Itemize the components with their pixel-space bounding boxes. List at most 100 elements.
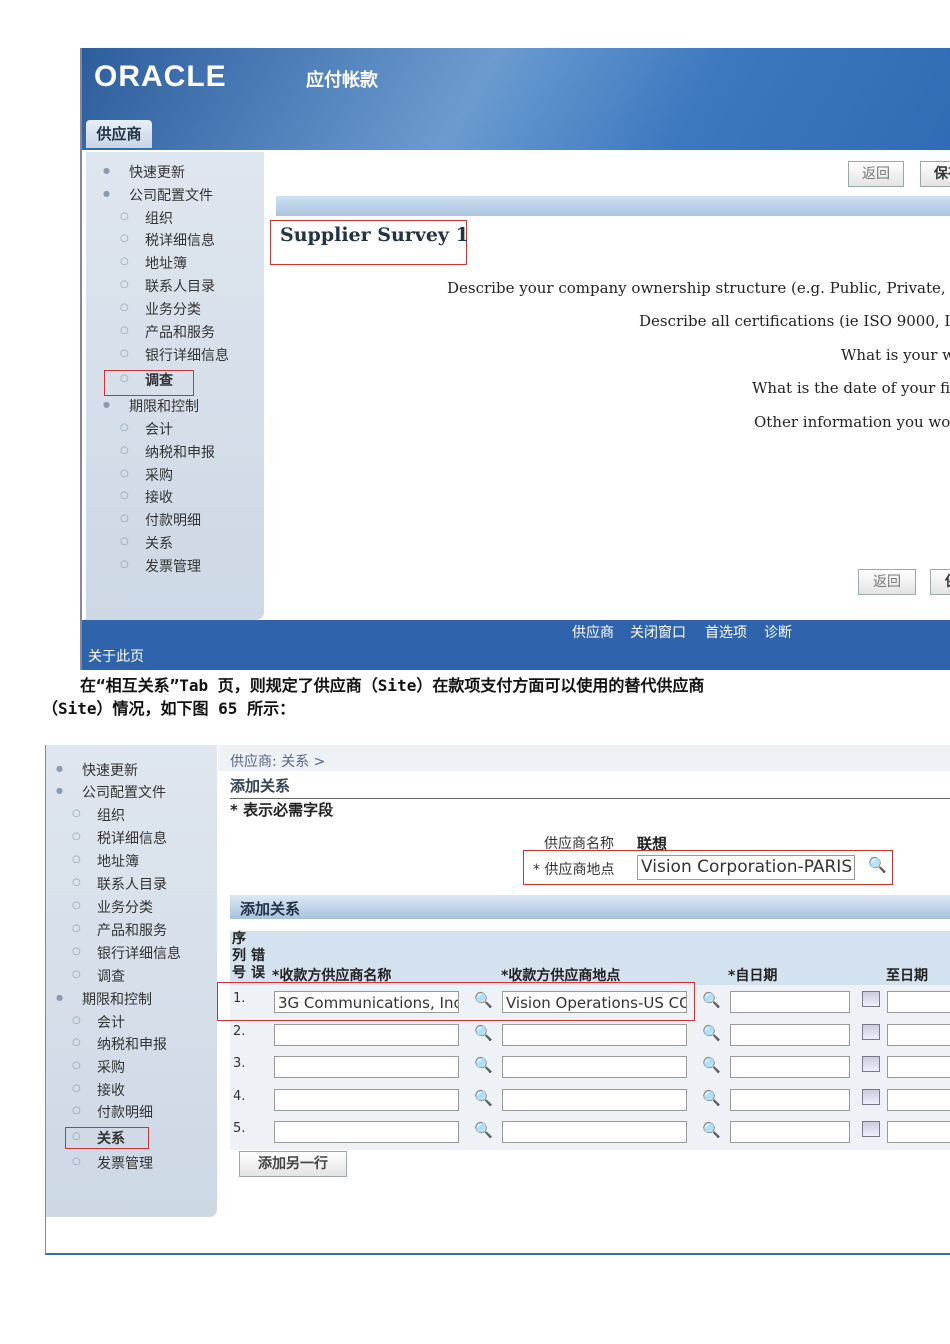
sidebar-item[interactable]: 联系人目录: [72, 874, 167, 894]
payee-site-input[interactable]: [502, 1088, 687, 1111]
search-icon[interactable]: 🔍: [474, 1089, 493, 1107]
sidebar-item[interactable]: 业务分类: [72, 897, 153, 917]
app-title: 应付帐款: [306, 70, 378, 91]
sidebar-item[interactable]: 纳税和申报: [72, 1034, 167, 1054]
save-button-bottom[interactable]: 保存: [930, 569, 950, 595]
to-date-input[interactable]: [887, 1088, 950, 1111]
section-bar: [276, 196, 950, 216]
footer-link-supplier[interactable]: 供应商: [572, 622, 614, 642]
sidebar-item[interactable]: 产品和服务: [120, 322, 215, 342]
sidebar-item[interactable]: 付款明细: [72, 1102, 153, 1122]
sidebar-item[interactable]: 联系人目录: [120, 276, 215, 296]
col-error: 错误: [251, 948, 265, 981]
search-icon[interactable]: 🔍: [702, 1056, 721, 1074]
footer-link-diagnostics[interactable]: 诊断: [764, 622, 792, 642]
calendar-icon[interactable]: [862, 991, 880, 1007]
question: Other information you woul: [754, 413, 950, 431]
search-icon[interactable]: 🔍: [474, 1056, 493, 1074]
to-date-input[interactable]: [887, 1056, 950, 1078]
footer-link-close[interactable]: 关闭窗口: [630, 622, 686, 642]
sidebar-item[interactable]: 公司配置文件: [56, 782, 166, 802]
footer: 供应商 关闭窗口 首选项 诊断 关于此页: [82, 620, 950, 670]
bottom-screenshot: 快速更新公司配置文件组织税详细信息地址簿联系人目录业务分类产品和服务银行详细信息…: [45, 745, 950, 1255]
footer-link-preferences[interactable]: 首选项: [705, 622, 747, 642]
search-icon[interactable]: 🔍: [868, 856, 887, 874]
paragraph-line: （Site）情况，如下图 65 所示：: [42, 699, 296, 718]
sidebar-item[interactable]: 期限和控制: [103, 396, 199, 416]
question: Describe your company ownership structur…: [447, 279, 950, 297]
required-note: * 表示必需字段: [230, 801, 334, 819]
breadcrumb-bar: [218, 745, 950, 771]
sidebar-item[interactable]: 组织: [120, 208, 173, 228]
search-icon[interactable]: 🔍: [702, 1024, 721, 1042]
sidebar-item[interactable]: 快速更新: [56, 760, 138, 780]
sidebar-item[interactable]: 快速更新: [103, 162, 185, 182]
search-icon[interactable]: 🔍: [474, 1121, 493, 1139]
search-icon[interactable]: 🔍: [702, 1089, 721, 1107]
row-number: 4.: [233, 1088, 246, 1104]
sidebar-item[interactable]: 税详细信息: [120, 230, 215, 250]
sidebar-item[interactable]: 会计: [72, 1012, 125, 1032]
sidebar-item[interactable]: 调查: [72, 966, 125, 986]
col-seq: 序列号: [232, 931, 246, 981]
page-title: Supplier Survey 1: [280, 224, 469, 246]
payee-name-input[interactable]: [274, 1023, 459, 1046]
row-number: 2.: [233, 1023, 246, 1039]
back-button-bottom[interactable]: 返回: [858, 569, 916, 595]
from-date-input[interactable]: [730, 991, 850, 1013]
to-date-input[interactable]: [887, 1023, 950, 1046]
add-row-button[interactable]: 添加另一行: [239, 1151, 347, 1177]
calendar-icon[interactable]: [862, 1088, 880, 1105]
row-number: 5.: [233, 1121, 246, 1136]
tab-supplier[interactable]: 供应商: [86, 120, 152, 148]
sidebar-item[interactable]: 发票管理: [120, 556, 201, 576]
supplier-site-input[interactable]: Vision Corporation-PARIS: [637, 855, 855, 880]
sidebar-item[interactable]: 纳税和申报: [120, 442, 215, 462]
sidebar-item[interactable]: 发票管理: [72, 1153, 153, 1173]
sidebar-item[interactable]: 接收: [72, 1080, 125, 1100]
sidebar-item[interactable]: 组织: [72, 805, 125, 825]
sidebar-item[interactable]: 采购: [72, 1057, 125, 1077]
sidebar-item[interactable]: 公司配置文件: [103, 185, 213, 205]
sidebar-item[interactable]: 地址簿: [120, 253, 187, 273]
from-date-input[interactable]: [730, 1023, 850, 1046]
payee-name-input[interactable]: [274, 1088, 459, 1111]
payee-site-input[interactable]: [502, 1056, 687, 1078]
from-date-input[interactable]: [730, 1121, 850, 1143]
sidebar-item[interactable]: 接收: [120, 487, 173, 507]
to-date-input[interactable]: [887, 991, 950, 1013]
from-date-input[interactable]: [730, 1088, 850, 1111]
search-icon[interactable]: 🔍: [702, 1121, 721, 1139]
sidebar-item[interactable]: 地址簿: [72, 851, 139, 871]
top-screenshot: ORACLE 应付帐款 供应商 快速更新公司配置文件组织税详细信息地址簿联系人目…: [80, 48, 950, 670]
payee-site-input[interactable]: [502, 1121, 687, 1143]
sidebar-item[interactable]: 税详细信息: [72, 828, 167, 848]
calendar-icon[interactable]: [862, 1023, 880, 1040]
from-date-input[interactable]: [730, 1056, 850, 1078]
back-button[interactable]: 返回: [848, 161, 904, 187]
sidebar-item[interactable]: 会计: [120, 419, 173, 439]
sidebar-item[interactable]: 关系: [120, 533, 173, 553]
to-date-input[interactable]: [887, 1121, 950, 1143]
sidebar-item[interactable]: 产品和服务: [72, 920, 167, 940]
sidebar-item[interactable]: 采购: [120, 465, 173, 485]
sidebar-item[interactable]: 银行详细信息: [120, 345, 229, 365]
search-icon[interactable]: 🔍: [702, 991, 721, 1009]
about-page-link[interactable]: 关于此页: [88, 646, 144, 666]
save-button[interactable]: 保存: [920, 161, 950, 187]
page-title: 添加关系: [230, 775, 950, 799]
payee-name-input[interactable]: [274, 1056, 459, 1078]
breadcrumb[interactable]: 供应商: 关系 >: [230, 751, 325, 771]
section-header: 添加关系: [230, 895, 950, 919]
table-header: 序列号 错误 *收款方供应商名称 *收款方供应商地点 *自日期 至日期: [230, 931, 950, 985]
calendar-icon[interactable]: [862, 1121, 880, 1137]
sidebar-item[interactable]: 期限和控制: [56, 989, 152, 1009]
highlight-box: [217, 982, 695, 1021]
search-icon[interactable]: 🔍: [474, 1024, 493, 1042]
sidebar-item[interactable]: 付款明细: [120, 510, 201, 530]
payee-name-input[interactable]: [274, 1121, 459, 1143]
calendar-icon[interactable]: [862, 1056, 880, 1072]
sidebar-item[interactable]: 业务分类: [120, 299, 201, 319]
sidebar-item[interactable]: 银行详细信息: [72, 943, 181, 963]
payee-site-input[interactable]: [502, 1023, 687, 1046]
